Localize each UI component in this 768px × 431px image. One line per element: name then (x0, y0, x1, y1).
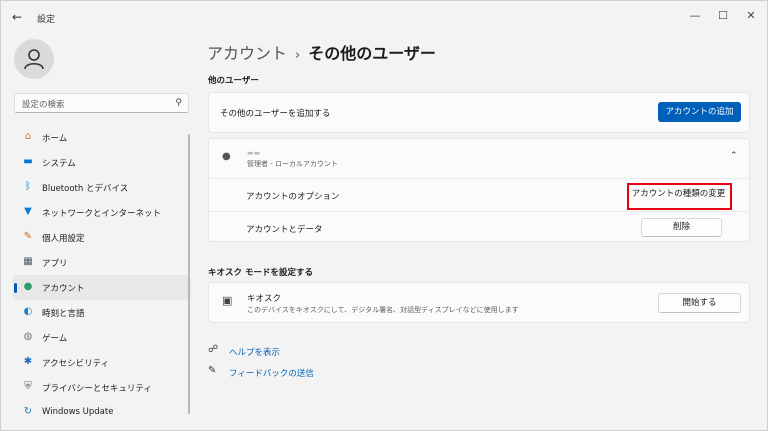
accessibility-icon: ✱ (23, 356, 33, 367)
breadcrumb: アカウント › その他のユーザー (207, 40, 436, 64)
bluetooth-icon: ᛒ (25, 181, 31, 192)
sidebar-item[interactable]: ▦ アプリ (13, 250, 191, 275)
maximize-button[interactable]: ☐ (709, 7, 737, 25)
apps-icon: ▦ (23, 256, 33, 267)
time-language-icon: ◐ (23, 306, 33, 317)
home-icon: ⌂ (24, 131, 32, 142)
sidebar-nav: ⌂ ホーム ▬ システム ᛒ Bluetooth とデバイス ▼ ネットワークとインターネット… (13, 125, 191, 425)
sidebar-item[interactable]: ● アカウント (13, 275, 191, 300)
feedback-icon: ✎ (208, 365, 217, 376)
help-icon: ☍ (208, 344, 219, 355)
brush-icon: ✎ (23, 231, 33, 242)
sidebar-item[interactable]: ✱ アクセシビリティ (13, 350, 191, 375)
sidebar-item[interactable]: ▬ システム (13, 150, 191, 175)
highlight-box (627, 183, 732, 210)
sidebar-item[interactable]: ⌂ ホーム (13, 125, 191, 150)
kiosk-card: ▣ キオスク このデバイスをキオスクにして、デジタル署名、対話型ディスプレイなど… (208, 282, 750, 323)
sidebar-item[interactable]: ᛒ Bluetooth とデバイス (13, 175, 191, 200)
user-icon (24, 49, 44, 70)
sidebar-item-label: ネットワークとインターネット (42, 209, 162, 219)
account-options-label: アカウントのオプション (246, 192, 340, 202)
kiosk-icon: ▣ (222, 294, 233, 307)
account-data-label: アカウントとデータ (246, 225, 323, 235)
user-name: ▬▬ (247, 149, 261, 157)
avatar[interactable] (14, 39, 54, 79)
page-title: その他のユーザー (308, 44, 436, 63)
game-icon: ◍ (23, 331, 33, 342)
sidebar-item-label: システム (42, 159, 76, 169)
user-icon: ● (222, 151, 231, 162)
sidebar-scrollbar[interactable] (188, 134, 190, 414)
kiosk-description: このデバイスをキオスクにして、デジタル署名、対話型ディスプレイなどに使用します (247, 306, 519, 314)
add-user-label: その他のユーザーを追加する (220, 109, 331, 119)
search-placeholder: 設定の検索 (22, 100, 65, 110)
sidebar-item[interactable]: ◐ 時刻と言語 (13, 300, 191, 325)
account-icon: ● (23, 281, 33, 292)
sidebar-item[interactable]: ✎ 個人用設定 (13, 225, 191, 250)
close-button[interactable]: ✕ (737, 7, 765, 25)
feedback-link[interactable]: フィードバックの送信 (229, 367, 314, 379)
kiosk-title: キオスク (247, 294, 282, 304)
breadcrumb-separator: › (295, 48, 301, 63)
sidebar-item-label: アカウント (42, 284, 85, 294)
sidebar-item-label: Bluetooth とデバイス (42, 184, 129, 194)
app-title: 設定 (37, 15, 56, 25)
add-user-card: その他のユーザーを追加する アカウントの追加 (208, 92, 750, 133)
sidebar-item-label: アプリ (42, 259, 68, 269)
search-icon[interactable]: ⚲ (175, 98, 182, 108)
kiosk-section-heading: キオスク モードを設定する (208, 268, 313, 278)
search-input[interactable]: 設定の検索 ⚲ (14, 93, 189, 113)
add-account-button[interactable]: アカウントの追加 (658, 102, 741, 122)
active-indicator (14, 283, 17, 293)
chevron-up-icon[interactable]: ⌃ (730, 151, 738, 161)
sidebar-item-label: ゲーム (42, 334, 68, 344)
sidebar-item-label: ホーム (42, 134, 68, 144)
back-arrow-icon[interactable]: ← (9, 9, 25, 25)
title-bar: ← 設定 — ☐ ✕ (1, 1, 767, 33)
delete-button[interactable]: 削除 (641, 218, 722, 237)
sidebar-item-label: Windows Update (42, 407, 114, 417)
wifi-icon: ▼ (24, 206, 32, 217)
sidebar-item[interactable]: ↻ Windows Update (13, 400, 191, 425)
sidebar-item[interactable]: ◍ ゲーム (13, 325, 191, 350)
kiosk-start-button[interactable]: 開始する (658, 293, 741, 313)
user-account-card: ● ▬▬ 管理者 - ローカルアカウント ⌃ アカウントのオプション アカウント… (208, 138, 750, 242)
sidebar-item-label: プライバシーとセキュリティ (42, 384, 152, 394)
update-icon: ↻ (23, 406, 33, 417)
minimize-button[interactable]: — (681, 7, 709, 25)
help-link[interactable]: ヘルプを表示 (229, 346, 280, 358)
system-icon: ▬ (23, 156, 33, 167)
sidebar-item[interactable]: ▼ ネットワークとインターネット (13, 200, 191, 225)
user-role: 管理者 - ローカルアカウント (247, 160, 338, 168)
sidebar-item-label: 時刻と言語 (42, 309, 85, 319)
shield-icon: ⛨ (24, 381, 32, 392)
sidebar-item-label: 個人用設定 (42, 234, 85, 244)
other-users-heading: 他のユーザー (208, 76, 259, 86)
divider (209, 178, 749, 179)
breadcrumb-parent[interactable]: アカウント (207, 44, 287, 63)
sidebar-item[interactable]: ⛨ プライバシーとセキュリティ (13, 375, 191, 400)
sidebar-item-label: アクセシビリティ (42, 359, 110, 369)
settings-window: ← 設定 — ☐ ✕ 設定の検索 ⚲ ⌂ ホーム ▬ システム ᛒ Bluetooth と… (0, 0, 768, 431)
divider (209, 211, 749, 212)
